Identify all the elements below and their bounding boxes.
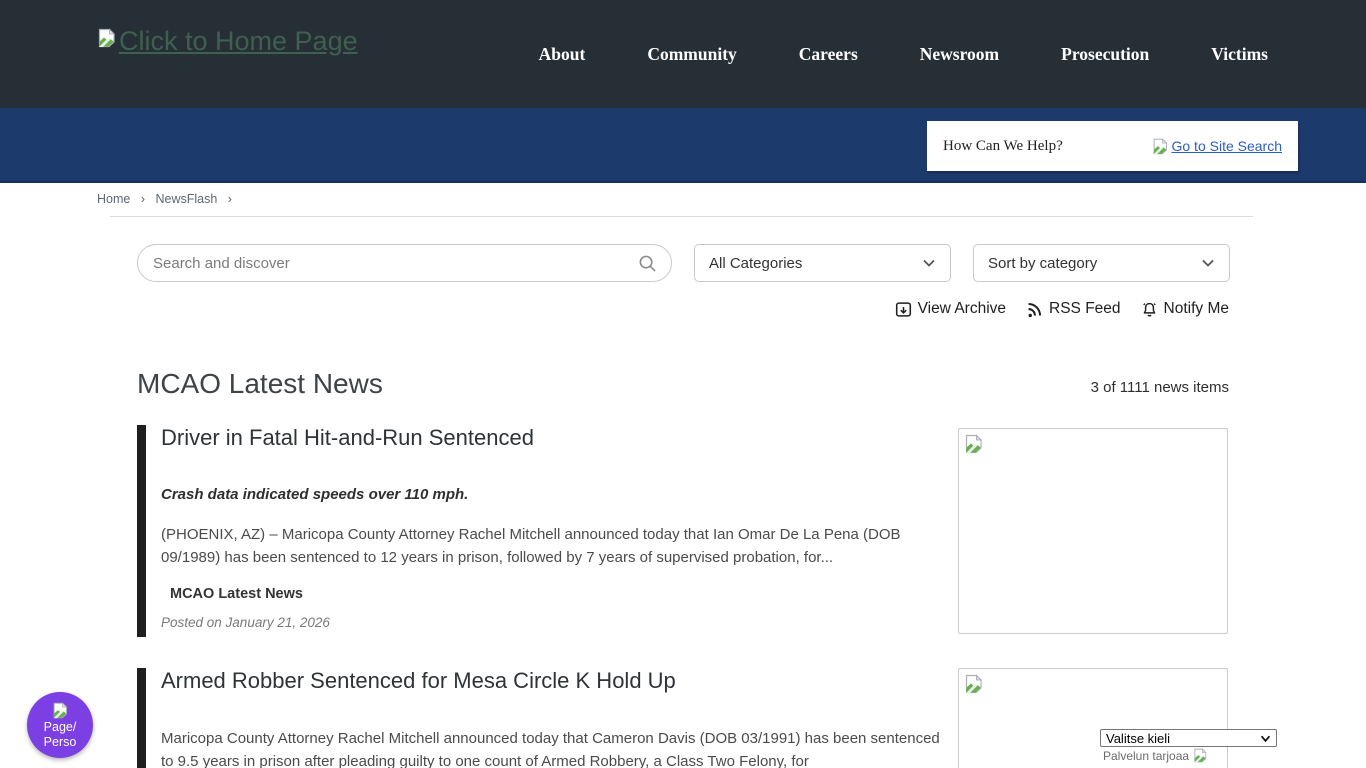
divider	[110, 216, 1253, 217]
news-tools: View Archive RSS Feed Notify Me	[700, 298, 1229, 320]
news-item: Driver in Fatal Hit-and-Run Sentenced Cr…	[137, 425, 1229, 637]
notify-me-link[interactable]: Notify Me	[1141, 298, 1229, 320]
rss-feed-label: RSS Feed	[1049, 300, 1121, 318]
nav-item-newsroom[interactable]: Newsroom	[920, 44, 999, 65]
article-text: Armed Robber Sentenced for Mesa Circle K…	[161, 668, 943, 768]
sort-dropdown-value: Sort by category	[988, 255, 1097, 272]
language-select[interactable]: Valitse kieli	[1100, 729, 1277, 747]
article-category: MCAO Latest News	[170, 586, 303, 602]
view-archive-label: View Archive	[918, 300, 1006, 318]
article-summary: Maricopa County Attorney Rachel Mitchell…	[161, 728, 941, 768]
broken-image-icon	[97, 28, 117, 48]
article-summary: (PHOENIX, AZ) – Maricopa County Attorney…	[161, 524, 941, 569]
nav-item-victims[interactable]: Victims	[1211, 44, 1268, 65]
chevron-down-icon	[922, 256, 936, 270]
notify-me-label: Notify Me	[1164, 300, 1229, 318]
breadcrumb-home[interactable]: Home	[97, 192, 130, 206]
article-accent-bar	[137, 668, 146, 768]
category-dropdown[interactable]: All Categories	[694, 244, 951, 282]
broken-image-icon	[1193, 748, 1208, 763]
site-search-alt-text: Go to Site Search	[1171, 138, 1282, 154]
broken-image-icon	[964, 674, 984, 694]
go-to-site-search-link[interactable]: Go to Site Search	[1152, 138, 1282, 155]
news-count: 3 of 1111 news items	[1091, 379, 1229, 396]
news-search-input[interactable]	[153, 255, 638, 272]
search-icon[interactable]	[638, 254, 657, 273]
translate-attribution-label: Palvelun tarjoaa	[1103, 749, 1189, 763]
article-text: Driver in Fatal Hit-and-Run Sentenced Cr…	[161, 425, 943, 637]
article-accent-bar	[137, 425, 146, 637]
article-title-link[interactable]: Armed Robber Sentenced for Mesa Circle K…	[161, 668, 676, 694]
breadcrumb-newsflash[interactable]: NewsFlash	[155, 192, 217, 206]
view-archive-link[interactable]: View Archive	[895, 298, 1006, 320]
article-posted-date: Posted on January 21, 2026	[161, 615, 330, 630]
language-select-value: Valitse kieli	[1106, 731, 1170, 746]
page: Click to Home Page About Community Caree…	[0, 0, 1366, 768]
breadcrumb-separator: ›	[141, 192, 145, 206]
accessibility-widget-button[interactable]: Page/ Perso	[27, 692, 93, 758]
article-subtitle: Crash data indicated speeds over 110 mph…	[161, 486, 468, 503]
site-header: Click to Home Page About Community Caree…	[0, 0, 1366, 108]
breadcrumb-separator: ›	[228, 192, 232, 206]
rss-icon	[1026, 301, 1043, 318]
chevron-down-icon	[1260, 733, 1271, 744]
nav-item-community[interactable]: Community	[647, 44, 736, 65]
site-search-box[interactable]: How Can We Help? Go to Site Search	[927, 121, 1298, 171]
article-thumbnail-placeholder[interactable]	[958, 428, 1228, 634]
news-item: Armed Robber Sentenced for Mesa Circle K…	[137, 668, 1229, 768]
home-logo-alt-text: Click to Home Page	[119, 26, 358, 57]
news-search-field	[137, 244, 672, 282]
broken-image-icon	[52, 702, 69, 719]
breadcrumb: Home › NewsFlash ›	[97, 192, 239, 206]
bell-icon	[1141, 301, 1158, 318]
site-search-prompt: How Can We Help?	[943, 138, 1063, 155]
nav-item-about[interactable]: About	[539, 44, 586, 65]
broken-image-icon	[964, 434, 984, 454]
search-band: How Can We Help? Go to Site Search	[0, 108, 1366, 183]
article-title-link[interactable]: Driver in Fatal Hit-and-Run Sentenced	[161, 425, 534, 451]
category-dropdown-value: All Categories	[709, 255, 802, 272]
page-title: MCAO Latest News	[137, 368, 383, 400]
nav-item-prosecution[interactable]: Prosecution	[1061, 44, 1149, 65]
rss-feed-link[interactable]: RSS Feed	[1026, 298, 1121, 320]
broken-image-icon	[1152, 138, 1169, 155]
translate-attribution: Palvelun tarjoaa	[1103, 748, 1208, 763]
main-nav: About Community Careers Newsroom Prosecu…	[539, 44, 1268, 65]
sort-dropdown[interactable]: Sort by category	[973, 244, 1230, 282]
chevron-down-icon	[1201, 256, 1215, 270]
accessibility-widget-label: Page/ Perso	[37, 720, 83, 750]
archive-icon	[895, 301, 912, 318]
home-logo-link[interactable]: Click to Home Page	[97, 26, 358, 57]
nav-item-careers[interactable]: Careers	[799, 44, 858, 65]
